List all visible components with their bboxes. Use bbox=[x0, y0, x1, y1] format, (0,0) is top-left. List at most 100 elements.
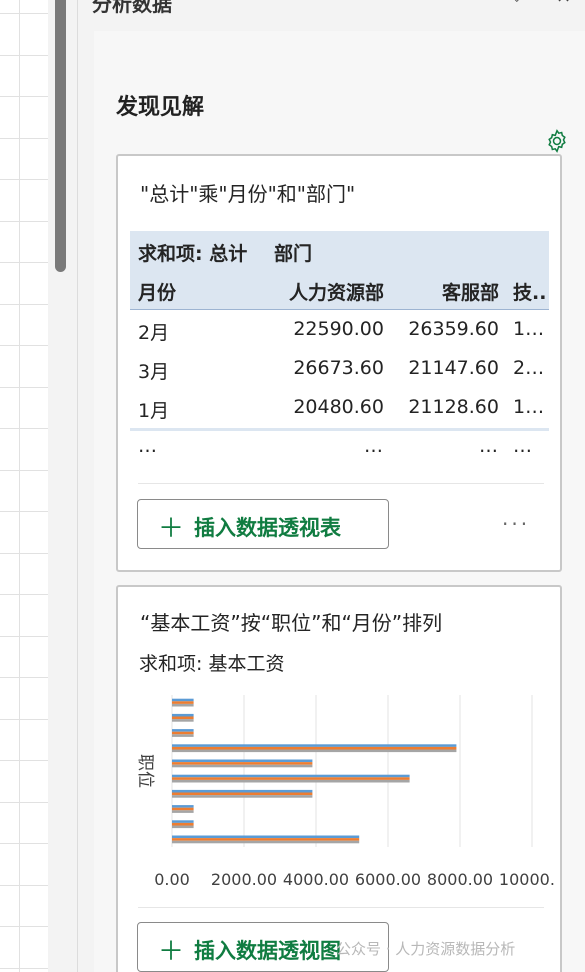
grid-column-line bbox=[19, 0, 20, 972]
chart-bar bbox=[172, 838, 360, 841]
header-cell: 月份 bbox=[138, 282, 177, 304]
table-cell: 1… bbox=[513, 396, 545, 418]
plus-icon: ＋ bbox=[158, 514, 185, 544]
table-cell: 1月 bbox=[138, 400, 170, 422]
grid-row-line bbox=[0, 386, 48, 388]
grid-row-line bbox=[0, 635, 48, 637]
chart-bar bbox=[172, 779, 410, 783]
table-cell: … bbox=[138, 435, 158, 457]
grid-row-line bbox=[0, 801, 48, 803]
x-tick-label: 2000.00 bbox=[211, 870, 277, 889]
y-axis-label: 职位 bbox=[135, 754, 155, 788]
table-ellipsis-row: … … … … bbox=[130, 431, 549, 470]
table-row: 2月 22590.00 26359.60 1… bbox=[130, 310, 549, 349]
chart-bar bbox=[172, 698, 194, 702]
x-tick-label: 10000... bbox=[499, 870, 556, 889]
grid-row-line bbox=[0, 760, 48, 761]
more-options-button[interactable]: ··· bbox=[502, 512, 530, 536]
pane-title: 分析数据 bbox=[92, 0, 172, 16]
card-subtitle: 求和项: 基本工资 bbox=[139, 653, 285, 675]
header-cell: 客服部 bbox=[441, 282, 499, 304]
chart-bar bbox=[172, 759, 313, 763]
table-header-row: 求和项: 总计 部门 bbox=[130, 231, 549, 270]
table-cell: 2月 bbox=[138, 322, 170, 344]
grid-row-line bbox=[0, 179, 48, 180]
watermark: 公众号 · 人力资源数据分析 bbox=[336, 940, 516, 958]
header-cell: 技.. bbox=[513, 282, 547, 304]
grid-row-line bbox=[0, 843, 48, 844]
table-cell: 20480.60 bbox=[293, 396, 384, 418]
chart-bar bbox=[172, 703, 194, 707]
x-tick-label: 4000.00 bbox=[283, 870, 349, 889]
grid-row-line bbox=[0, 967, 48, 969]
grid-row-line bbox=[0, 303, 48, 305]
insert-button-label: 插入数据透视表 bbox=[194, 516, 341, 540]
grid-row-line bbox=[0, 220, 48, 222]
grid-row-line bbox=[0, 345, 48, 346]
chart-bar bbox=[172, 792, 313, 796]
chart-bar bbox=[172, 810, 194, 813]
table-cell: 2… bbox=[513, 357, 545, 379]
table-row: 1月 20480.60 21128.60 1… bbox=[130, 388, 549, 427]
chart-bar bbox=[172, 701, 194, 704]
gear-icon[interactable] bbox=[544, 128, 570, 154]
table-cell: 26359.60 bbox=[408, 318, 499, 340]
table-cell: 21128.60 bbox=[408, 396, 499, 418]
table-cell: … bbox=[364, 435, 384, 457]
header-cell: 部门 bbox=[274, 243, 313, 265]
chart-bar bbox=[172, 805, 194, 808]
grid-row-line bbox=[0, 54, 48, 56]
chart-bar bbox=[172, 840, 360, 844]
grid-row-line bbox=[0, 96, 48, 97]
divider bbox=[138, 483, 544, 484]
chart-bar bbox=[172, 822, 194, 826]
chart-bar bbox=[172, 795, 313, 798]
chevron-down-icon[interactable]: ⌵ bbox=[510, 0, 524, 7]
pivot-table-preview: 求和项: 总计 部门 月份 人力资源部 客服部 技.. 2月 22590.00 … bbox=[130, 231, 549, 470]
chart-bar bbox=[172, 731, 194, 735]
chart-bar bbox=[172, 789, 313, 793]
card-title: "总计"乘"月份"和"部门" bbox=[140, 182, 356, 206]
table-header: 求和项: 总计 部门 月份 人力资源部 客服部 技.. bbox=[130, 231, 549, 310]
scrollbar-thumb[interactable] bbox=[55, 0, 66, 272]
table-cell: 22590.00 bbox=[293, 318, 384, 340]
chart-bar bbox=[172, 716, 194, 720]
grid-row-line bbox=[0, 677, 48, 678]
chart-bar bbox=[172, 825, 194, 829]
chart-bar bbox=[172, 807, 194, 811]
chart-bar bbox=[172, 746, 457, 750]
grid-row-line bbox=[0, 884, 48, 886]
table-cell: 26673.60 bbox=[293, 357, 384, 379]
card-title: “基本工资”按“职位”和“月份”排列 bbox=[140, 611, 443, 635]
bar-chart: 0.00 2000.00 4000.00 6000.00 8000.00 10000...… bbox=[135, 695, 556, 889]
grid-row-line bbox=[0, 552, 48, 554]
pivot-table-insight-card[interactable]: "总计"乘"月份"和"部门" 求和项: 总计 部门 月份 人力资源部 客服部 技… bbox=[116, 154, 562, 572]
grid-row-line bbox=[0, 262, 48, 263]
insert-button-label: 插入数据透视图 bbox=[194, 939, 341, 963]
grid-row-line bbox=[0, 469, 48, 471]
grid-row-line bbox=[0, 594, 48, 595]
insert-pivot-table-button[interactable]: ＋ 插入数据透视表 bbox=[137, 499, 389, 549]
grid-row-line bbox=[0, 137, 48, 139]
chart-bar bbox=[172, 777, 410, 780]
chart-bar bbox=[172, 749, 457, 753]
close-icon[interactable]: × bbox=[556, 0, 571, 7]
pivot-chart-insight-card[interactable]: “基本工资”按“职位”和“月份”排列 求和项: 基本工资 0.00 2000.00… bbox=[116, 585, 562, 972]
chart-bar bbox=[172, 744, 457, 747]
chart-bar bbox=[172, 729, 194, 732]
table-cell: … bbox=[479, 435, 499, 457]
chart-bar bbox=[172, 719, 194, 722]
chart-bar bbox=[172, 764, 313, 768]
spreadsheet-grid[interactable] bbox=[0, 0, 48, 972]
table-cell: 21147.60 bbox=[408, 357, 499, 379]
table-cell: 3月 bbox=[138, 361, 170, 383]
x-tick-label: 6000.00 bbox=[355, 870, 421, 889]
table-header-row: 月份 人力资源部 客服部 技.. bbox=[130, 270, 549, 309]
x-tick-label: 0.00 bbox=[154, 870, 190, 889]
chart-bar bbox=[172, 835, 360, 839]
divider bbox=[138, 907, 544, 908]
table-cell: 1… bbox=[513, 318, 545, 340]
grid-row-line bbox=[0, 718, 48, 720]
header-cell: 人力资源部 bbox=[288, 282, 384, 304]
chart-bar bbox=[172, 820, 194, 823]
